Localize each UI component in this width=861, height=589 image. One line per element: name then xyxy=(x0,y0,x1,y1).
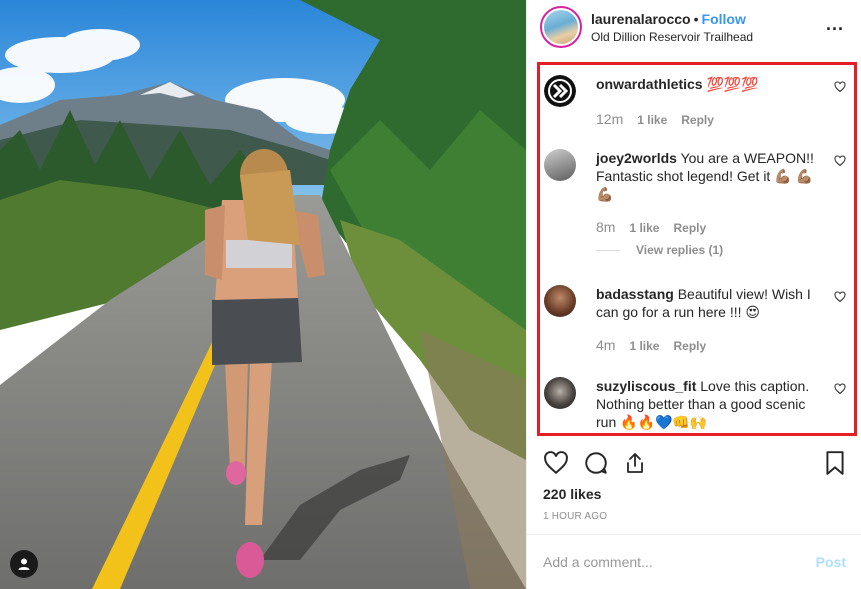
running-trail-image xyxy=(0,0,526,589)
separator-dot: • xyxy=(693,11,699,27)
onward-logo-icon xyxy=(544,75,576,107)
comment-icon[interactable] xyxy=(583,450,609,479)
comment-likes[interactable]: 1 like xyxy=(629,221,659,235)
comment-time[interactable]: 8m xyxy=(596,219,615,235)
post-side-panel: laurenalarocco • Follow Old Dillion Reserv… xyxy=(526,0,861,589)
comment-text: suzyliscous_fit Love this caption. Nothi… xyxy=(596,377,816,431)
comment-reply-button[interactable]: Reply xyxy=(681,113,714,127)
comment-like-heart-icon[interactable] xyxy=(834,154,846,170)
commenter-avatar[interactable] xyxy=(544,285,576,317)
comment-username[interactable]: joey2worlds xyxy=(596,150,677,166)
comment-time[interactable]: 4m xyxy=(596,337,615,353)
commenter-avatar[interactable] xyxy=(544,377,576,409)
comment-likes[interactable]: 1 like xyxy=(637,113,667,127)
view-replies-button[interactable]: View replies (1) xyxy=(596,243,723,257)
more-options-icon[interactable]: ... xyxy=(826,14,844,35)
view-replies-label[interactable]: View replies (1) xyxy=(636,243,723,257)
comment-like-heart-icon[interactable] xyxy=(834,382,846,398)
comment-reply-button[interactable]: Reply xyxy=(673,221,706,235)
post-location[interactable]: Old Dillion Reservoir Trailhead xyxy=(591,30,753,44)
person-icon xyxy=(18,558,30,570)
post-timestamp[interactable]: 1 HOUR AGO xyxy=(543,511,607,522)
post-comment-button[interactable]: Post xyxy=(816,554,846,570)
comment-username[interactable]: badasstang xyxy=(596,286,674,302)
comment-meta: 4m 1 like Reply xyxy=(596,337,706,353)
comment-username[interactable]: onwardathletics xyxy=(596,76,703,92)
post-header: laurenalarocco • Follow Old Dillion Reserv… xyxy=(527,0,861,56)
author-username[interactable]: laurenalarocco xyxy=(591,11,691,27)
heart-icon[interactable] xyxy=(543,450,569,479)
author-info: laurenalarocco • Follow Old Dillion Reserv… xyxy=(591,11,753,44)
comment-meta: 12m 1 like Reply xyxy=(596,111,714,127)
post-photo[interactable] xyxy=(0,0,526,589)
comment-text: onwardathletics 💯💯💯 xyxy=(596,75,816,93)
commenter-avatar[interactable] xyxy=(544,149,576,181)
add-comment-bar: Post xyxy=(527,534,861,589)
comment-meta: 8m 1 like Reply xyxy=(596,219,706,235)
comment-time[interactable]: 12m xyxy=(596,111,623,127)
author-avatar[interactable] xyxy=(540,6,582,48)
bookmark-icon[interactable] xyxy=(824,450,846,479)
comment-likes[interactable]: 1 like xyxy=(629,339,659,353)
comment-reply-button[interactable]: Reply xyxy=(673,339,706,353)
comment-like-heart-icon[interactable] xyxy=(834,80,846,96)
comment-text: joey2worlds You are a WEAPON!! Fantastic… xyxy=(596,149,816,203)
comment-username[interactable]: suzyliscous_fit xyxy=(596,378,696,394)
replies-divider xyxy=(596,249,620,251)
comment-text: badasstang Beautiful view! Wish I can go… xyxy=(596,285,816,321)
likes-count[interactable]: 220 likes xyxy=(543,486,601,502)
comments-highlight-box: onwardathletics 💯💯💯 12m 1 like Reply joe… xyxy=(537,62,857,436)
add-comment-input[interactable] xyxy=(543,554,793,570)
commenter-avatar[interactable] xyxy=(544,75,576,107)
user-tag-icon[interactable] xyxy=(10,550,38,578)
follow-button[interactable]: Follow xyxy=(702,11,746,27)
comment-body: 💯💯💯 xyxy=(706,76,759,92)
share-icon[interactable] xyxy=(623,450,647,479)
post-action-bar xyxy=(543,450,848,478)
comment-like-heart-icon[interactable] xyxy=(834,290,846,306)
